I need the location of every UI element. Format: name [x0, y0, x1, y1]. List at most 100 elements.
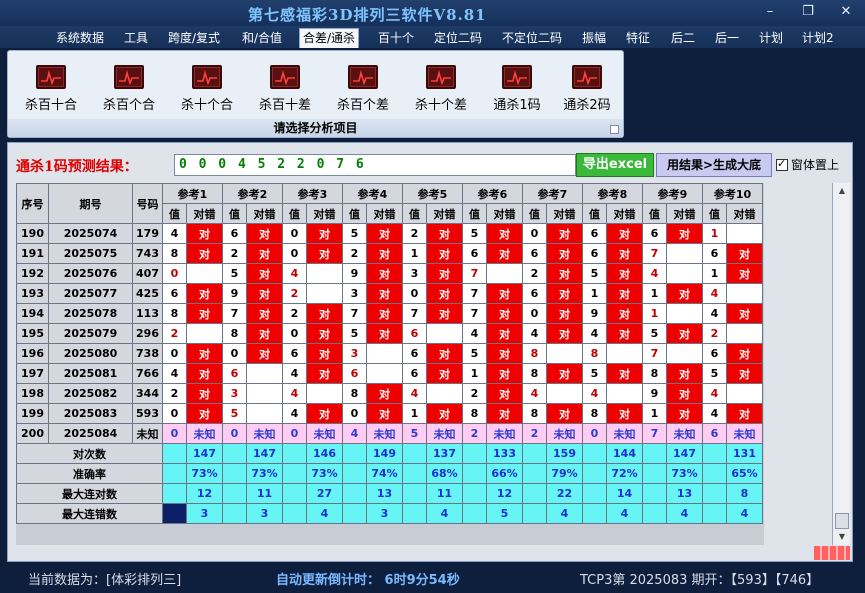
- menu-item-plan[interactable]: 计划: [756, 29, 786, 47]
- stats-value: 27: [306, 483, 343, 504]
- col-header-period[interactable]: 期号: [48, 183, 133, 224]
- tool-kill-two-code[interactable]: 通杀2码: [550, 65, 624, 117]
- prediction-result-field[interactable]: 0 0 0 4 5 2 2 0 7 6: [174, 154, 576, 176]
- cell-value: 5: [222, 403, 247, 424]
- vertical-scrollbar[interactable]: ▲ ▼: [832, 183, 850, 545]
- tool-kill-bai-ge-he[interactable]: 杀百个合: [92, 65, 166, 117]
- col-header-check[interactable]: 对错: [426, 203, 463, 224]
- menu-item-hecha-tongsha[interactable]: 合差/通杀: [299, 28, 360, 48]
- scroll-thumb[interactable]: [835, 513, 849, 529]
- table-row[interactable]: 190 2025074 179 4 对 6 对 0 对 5 对 2 对 5 对 0 对 6 对 6 对 1: [16, 223, 763, 244]
- cell-check: 对: [366, 383, 403, 404]
- table-row[interactable]: 192 2025076 407 0 5 对 4 9 对 3 对 7 2 对 5 对 4 1 对: [16, 263, 763, 284]
- tool-kill-shi-ge-he[interactable]: 杀十个合: [170, 65, 244, 117]
- col-header-seq[interactable]: 序号: [16, 183, 49, 224]
- col-header-check[interactable]: 对错: [546, 203, 583, 224]
- stats-value: 4: [606, 503, 643, 524]
- col-header-ref[interactable]: 参考9: [642, 183, 703, 204]
- col-header-check[interactable]: 对错: [306, 203, 343, 224]
- cell-value: 8: [642, 363, 667, 384]
- table-row[interactable]: 193 2025077 425 6 对 9 对 2 3 对 0 对 7 对 6 对 1 对 1 对 4: [16, 283, 763, 304]
- export-excel-button[interactable]: 导出excel: [576, 153, 654, 177]
- topmost-checkbox-wrap[interactable]: 窗体置上: [776, 156, 839, 174]
- col-header-ref[interactable]: 参考4: [342, 183, 403, 204]
- table-row[interactable]: 196 2025080 738 0 对 0 对 6 对 3 6 对 5 对 8 8 7 6 对: [16, 343, 763, 364]
- col-header-number[interactable]: 号码: [132, 183, 163, 224]
- menu-item-amplitude[interactable]: 振幅: [579, 29, 609, 47]
- menu-item-sum[interactable]: 和/合值: [239, 29, 285, 47]
- menu-item-unfixed-two[interactable]: 不定位二码: [499, 29, 565, 47]
- cell-value: 0: [402, 283, 427, 304]
- col-header-ref[interactable]: 参考7: [522, 183, 583, 204]
- tool-kill-one-code[interactable]: 通杀1码: [480, 65, 554, 117]
- col-header-value[interactable]: 值: [402, 203, 427, 224]
- stats-value: 147: [186, 443, 223, 464]
- tool-kill-shi-ge-cha[interactable]: 杀十个差: [404, 65, 478, 117]
- menu-item-span[interactable]: 跨度/复式: [165, 29, 223, 47]
- menu-item-last-one[interactable]: 后一: [712, 29, 742, 47]
- col-header-check[interactable]: 对错: [246, 203, 283, 224]
- col-header-ref[interactable]: 参考6: [462, 183, 523, 204]
- menu-item-fixed-two[interactable]: 定位二码: [431, 29, 485, 47]
- col-header-check[interactable]: 对错: [666, 203, 703, 224]
- maximize-icon[interactable]: ❐: [796, 4, 820, 19]
- cell-value: 9: [222, 283, 247, 304]
- cell-pending-value: 0: [162, 423, 187, 444]
- ribbon-caption: 请选择分析项目: [8, 119, 623, 137]
- topmost-checkbox[interactable]: [776, 157, 788, 171]
- col-header-value[interactable]: 值: [702, 203, 727, 224]
- col-header-value[interactable]: 值: [282, 203, 307, 224]
- col-header-ref[interactable]: 参考10: [702, 183, 763, 204]
- tool-kill-bai-shi-cha[interactable]: 杀百十差: [248, 65, 322, 117]
- table-row[interactable]: 195 2025079 296 2 8 对 0 对 5 对 6 4 对 4 对 4 对 5 对 2: [16, 323, 763, 344]
- col-header-ref[interactable]: 参考1: [162, 183, 223, 204]
- col-header-check[interactable]: 对错: [486, 203, 523, 224]
- col-header-value[interactable]: 值: [462, 203, 487, 224]
- tool-kill-bai-ge-cha[interactable]: 杀百个差: [326, 65, 400, 117]
- scroll-up-icon[interactable]: ▲: [833, 183, 851, 199]
- col-header-ref[interactable]: 参考3: [282, 183, 343, 204]
- cell-value: 0: [282, 223, 307, 244]
- cell-check: [246, 383, 283, 404]
- col-header-value[interactable]: 值: [522, 203, 547, 224]
- cell-value: 6: [402, 363, 427, 384]
- table-row[interactable]: 199 2025083 593 0 对 5 4 对 0 对 1 对 8 对 8 对 8 对 1 对 4 对: [16, 403, 763, 424]
- scroll-down-icon[interactable]: ▼: [833, 529, 851, 545]
- col-header-check[interactable]: 对错: [606, 203, 643, 224]
- col-header-check[interactable]: 对错: [726, 203, 763, 224]
- table-row[interactable]: 191 2025075 743 8 对 2 对 0 对 2 对 1 对 6 对 6 对 6 对 7 6 对: [16, 243, 763, 264]
- menu-item-plan2[interactable]: 计划2: [799, 29, 837, 47]
- menu-item-tools[interactable]: 工具: [121, 29, 151, 47]
- col-header-ref[interactable]: 参考5: [402, 183, 463, 204]
- col-header-ref[interactable]: 参考8: [582, 183, 643, 204]
- menu-item-last-two[interactable]: 后二: [668, 29, 698, 47]
- minimize-icon[interactable]: –: [758, 4, 782, 19]
- cell-value: 8: [222, 323, 247, 344]
- menu-item-system-data[interactable]: 系统数据: [53, 29, 107, 47]
- menu-item-features[interactable]: 特征: [623, 29, 653, 47]
- col-header-ref[interactable]: 参考2: [222, 183, 283, 204]
- col-header-value[interactable]: 值: [642, 203, 667, 224]
- cell-check: [366, 363, 403, 384]
- table-row[interactable]: 198 2025082 344 2 对 3 4 8 对 4 2 对 4 4 9 对 4: [16, 383, 763, 404]
- menu-item-baishige[interactable]: 百十个: [375, 29, 417, 47]
- cell-check: 对: [666, 283, 703, 304]
- col-header-check[interactable]: 对错: [366, 203, 403, 224]
- col-header-value[interactable]: 值: [162, 203, 187, 224]
- table-row[interactable]: 197 2025081 766 4 对 6 4 对 6 6 对 1 对 8 对 5 对 8 对 5 对: [16, 363, 763, 384]
- col-header-check[interactable]: 对错: [186, 203, 223, 224]
- cell-value: 4: [522, 323, 547, 344]
- stats-spacer: [222, 463, 247, 484]
- cell-seq: 200: [16, 423, 49, 444]
- col-header-value[interactable]: 值: [222, 203, 247, 224]
- table-row[interactable]: 194 2025078 113 8 对 7 对 2 对 7 对 7 对 7 对 0 对 9 对 1 4 对: [16, 303, 763, 324]
- ribbon-expand-icon[interactable]: [610, 125, 619, 134]
- close-icon[interactable]: ✕: [834, 4, 858, 19]
- cell-pending-value: 0: [222, 423, 247, 444]
- tool-kill-bai-shi-he[interactable]: 杀百十合: [14, 65, 88, 117]
- generate-base-button[interactable]: 用结果>生成大底: [656, 153, 772, 177]
- col-header-value[interactable]: 值: [582, 203, 607, 224]
- col-header-value[interactable]: 值: [342, 203, 367, 224]
- pending-row[interactable]: 200 2025084 未知 0 未知 0 未知 0 未知 4 未知 5 未知 2 未知 2 未知 0 未知 7 未知 6…: [16, 423, 763, 444]
- cell-check: 对: [606, 283, 643, 304]
